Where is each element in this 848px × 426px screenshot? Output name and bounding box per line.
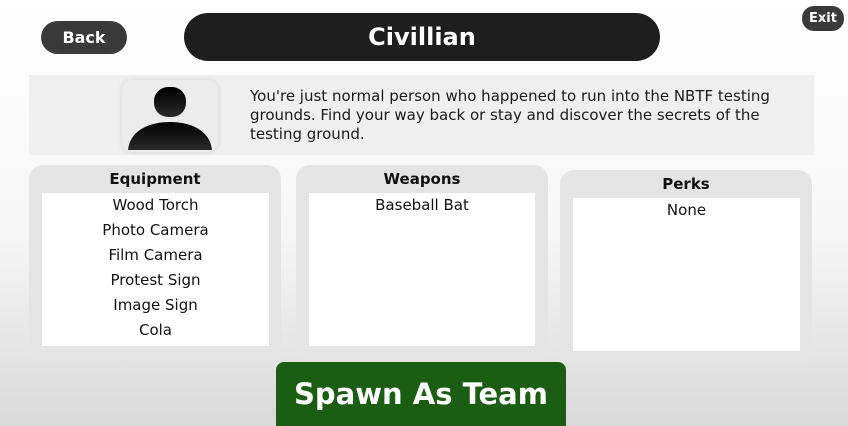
weapons-list: Baseball Bat [309, 193, 535, 346]
weapons-title: Weapons [383, 170, 461, 188]
person-silhouette-icon [122, 80, 218, 152]
list-item: None [666, 201, 707, 219]
perks-list: None [573, 198, 800, 351]
exit-button[interactable]: Exit [802, 6, 844, 31]
team-description: You're just normal person who happened t… [250, 87, 770, 143]
team-title: Civillian [184, 13, 660, 61]
list-item: Baseball Bat [375, 196, 469, 214]
perks-title: Perks [662, 175, 710, 193]
weapons-panel: Weapons Baseball Bat [296, 165, 548, 360]
perks-panel: Perks None [560, 170, 812, 363]
list-item: Cola [138, 321, 172, 339]
equipment-panel: Equipment Wood Torch Photo Camera Film C… [29, 165, 281, 360]
back-button[interactable]: Back [41, 21, 127, 54]
list-item: Image Sign [113, 296, 198, 314]
list-item: Protest Sign [110, 271, 201, 289]
equipment-list: Wood Torch Photo Camera Film Camera Prot… [42, 193, 269, 346]
list-item: Wood Torch [112, 196, 199, 214]
list-item: Photo Camera [102, 221, 209, 239]
list-item: Film Camera [108, 246, 203, 264]
equipment-title: Equipment [109, 170, 201, 188]
spawn-as-team-button[interactable]: Spawn As Team [276, 362, 566, 426]
